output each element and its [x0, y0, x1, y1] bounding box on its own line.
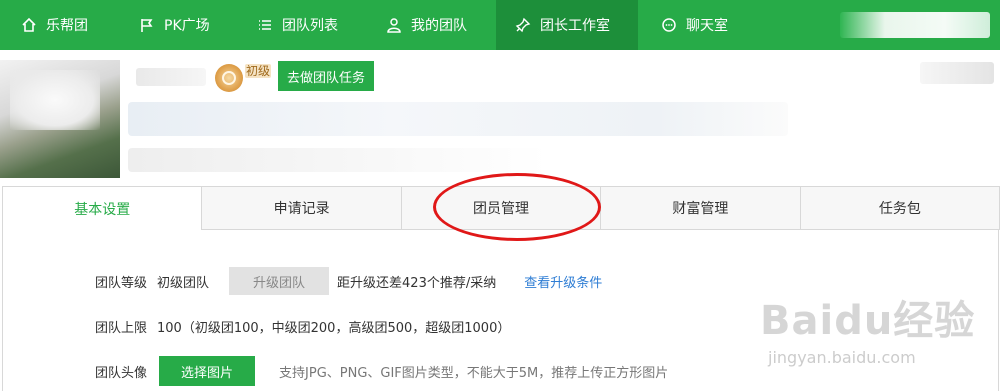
- nav-label: 团长工作室: [540, 18, 610, 34]
- team-icon: [385, 16, 403, 34]
- level-badge: 初级: [245, 64, 271, 78]
- team-meta-redacted: [128, 148, 548, 172]
- nav-item-home[interactable]: 乐帮团: [0, 0, 112, 50]
- team-avatar: [0, 60, 120, 178]
- avatar-label: 团队头像: [95, 365, 148, 381]
- nav-item-my-team[interactable]: 我的团队: [385, 0, 467, 50]
- limit-value: 100（初级团100，中级团200，高级团500，超级团1000）: [157, 321, 511, 336]
- avatar-row: 团队头像 选择图片 支持JPG、PNG、GIF图片类型，不能大于5M，推荐上传正…: [95, 356, 668, 386]
- nav-label: 乐帮团: [46, 18, 88, 34]
- red-circle-annotation: [433, 173, 601, 241]
- team-name-redacted: [136, 68, 206, 86]
- level-badge-icon: [215, 64, 243, 92]
- upgrade-team-button[interactable]: 升级团队: [229, 267, 330, 295]
- upgrade-conditions-link[interactable]: 查看升级条件: [524, 272, 602, 291]
- nav-item-team-list[interactable]: 团队列表: [256, 0, 338, 50]
- limit-label: 团队上限: [95, 321, 148, 336]
- nav-label: 团队列表: [282, 18, 338, 34]
- level-row: 团队等级 初级团队 升级团队 距升级还差423个推荐/采纳 查看升级条件: [95, 267, 602, 295]
- team-task-button[interactable]: 去做团队任务: [278, 61, 374, 91]
- tab-task-package[interactable]: 任务包: [800, 186, 1000, 230]
- tab-application-records[interactable]: 申请记录: [202, 186, 402, 230]
- top-nav: 乐帮团 PK广场 团队列表 我的团队 团长工作室 聊天室: [0, 0, 1000, 50]
- team-description-redacted: [128, 102, 788, 136]
- nav-item-leader-studio[interactable]: 团长工作室: [496, 0, 638, 50]
- user-info-redacted: [840, 12, 990, 38]
- chat-icon: [660, 16, 678, 34]
- nav-item-chat[interactable]: 聊天室: [660, 0, 728, 50]
- top-right-redacted: [920, 62, 994, 84]
- pin-icon: [514, 16, 532, 34]
- tab-basic-settings[interactable]: 基本设置: [2, 186, 203, 230]
- flag-icon: [138, 16, 156, 34]
- nav-label: PK广场: [164, 18, 210, 34]
- nav-label: 我的团队: [411, 18, 467, 34]
- tab-wealth-management[interactable]: 财富管理: [601, 186, 801, 230]
- upload-hint: 支持JPG、PNG、GIF图片类型，不能大于5M，推荐上传正方形图片: [279, 365, 669, 381]
- upgrade-remaining: 距升级还差423个推荐/采纳: [337, 275, 497, 291]
- level-label: 团队等级: [95, 275, 148, 291]
- limit-row: 团队上限 100（初级团100，中级团200，高级团500，超级团1000）: [95, 317, 510, 336]
- nav-label: 聊天室: [686, 18, 728, 34]
- home-icon: [20, 16, 38, 34]
- nav-item-pk[interactable]: PK广场: [138, 0, 210, 50]
- select-image-button[interactable]: 选择图片: [159, 356, 256, 386]
- list-icon: [256, 16, 274, 34]
- level-value: 初级团队: [157, 275, 210, 291]
